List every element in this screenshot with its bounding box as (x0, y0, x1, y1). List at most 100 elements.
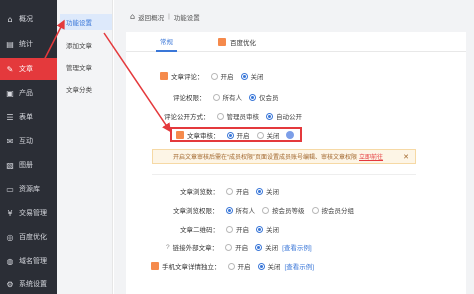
main-sidebar: ⌂ 概况 ▤ 统计 ✎ 文章 ▣ 产品 ☰ 表单 ✉ 互动 ▧ 图册 ▭ 资源库 ¥ 交易管理 ◎… (0, 0, 57, 294)
sidebar-item-product[interactable]: ▣ 产品 (0, 82, 57, 104)
submenu-add-article[interactable]: 添加文章 (60, 37, 112, 53)
radio-off-option[interactable] (256, 225, 263, 233)
sidebar-item-label: 互动 (19, 138, 33, 145)
submenu-manage-articles[interactable]: 管理文章 (60, 59, 112, 75)
radio-on-option[interactable] (227, 262, 235, 270)
sidebar-item-label: 概况 (19, 16, 33, 23)
tab-bar: 常规 百度优化 (126, 32, 466, 52)
seo-icon: ◎ (6, 232, 14, 242)
view-example-link[interactable]: [查看示例] (282, 242, 312, 252)
radio-on-option[interactable] (225, 243, 233, 251)
tab-label: 百度优化 (230, 40, 256, 47)
tab-label: 常规 (160, 39, 173, 46)
option-label: 关闭 (266, 133, 280, 140)
radio-off-option[interactable] (256, 131, 264, 139)
radio-on-option[interactable] (226, 187, 233, 195)
setting-qr-code: 文章二维码： 开启 关闭 (180, 222, 279, 236)
close-icon[interactable]: ✕ (403, 153, 409, 161)
option-label: 所有人 (235, 208, 256, 215)
sidebar-item-seo[interactable]: ◎ 百度优化 (0, 226, 57, 248)
setting-label: 链接外部文章： (172, 245, 219, 252)
secondary-menu: 功能设置 添加文章 管理文章 文章分类 (57, 0, 113, 294)
setting-label: 文章评论： (171, 74, 204, 81)
setting-label: 文章浏览权限： (173, 208, 219, 215)
tab-general[interactable]: 常规 (156, 32, 177, 52)
notice-text: 开启文章审核后需在“成员权限”页面设置成员账号编辑、审核文章权限 (173, 155, 357, 161)
radio-auto-publish-option[interactable] (266, 112, 273, 120)
radio-all-option[interactable] (225, 206, 233, 214)
sidebar-item-form[interactable]: ☰ 表单 (0, 106, 57, 128)
option-label: 关闭 (267, 264, 281, 271)
seo-icon (218, 38, 226, 46)
option-label: 所有人 (222, 95, 243, 102)
form-icon: ☰ (6, 112, 14, 122)
sidebar-item-label: 统计 (19, 41, 33, 48)
radio-all-option[interactable] (212, 93, 220, 101)
sidebar-item-overview[interactable]: ⌂ 概况 (0, 8, 57, 30)
home-icon: ⌂ (130, 12, 136, 21)
radio-off-option[interactable] (256, 187, 263, 195)
article-icon: ✎ (6, 64, 14, 74)
folder-icon: ▭ (6, 184, 14, 194)
sidebar-item-stats[interactable]: ▤ 统计 (0, 33, 57, 55)
radio-on-option[interactable] (210, 72, 218, 80)
radio-admin-review-option[interactable] (216, 112, 224, 120)
sidebar-item-resources[interactable]: ▭ 资源库 (0, 178, 57, 200)
submenu-article-categories[interactable]: 文章分类 (60, 81, 112, 97)
radio-member-group-option[interactable] (311, 206, 319, 214)
go-now-link[interactable]: 立即前往 (359, 152, 383, 161)
sidebar-item-domain[interactable]: ◍ 域名管理 (0, 250, 57, 272)
setting-label: 文章浏览数： (180, 189, 219, 196)
setting-icon (176, 131, 184, 139)
help-icon[interactable] (285, 131, 294, 139)
breadcrumb-current: 功能设置 (173, 14, 200, 22)
option-label: 关闭 (266, 189, 279, 196)
sidebar-item-interaction[interactable]: ✉ 互动 (0, 130, 57, 152)
trade-icon: ¥ (7, 208, 13, 218)
sidebar-item-album[interactable]: ▧ 图册 (0, 154, 57, 176)
option-label: 开启 (237, 264, 251, 271)
breadcrumb-separator: | (168, 13, 170, 20)
option-label: 开启 (235, 245, 249, 252)
radio-off-option[interactable] (257, 262, 265, 270)
sidebar-item-label: 百度优化 (19, 234, 47, 241)
chart-icon: ▤ (6, 39, 14, 49)
sidebar-item-trade[interactable]: ¥ 交易管理 (0, 202, 57, 224)
setting-label: 手机文章详情独立： (162, 264, 221, 271)
radio-on-option[interactable] (226, 131, 234, 139)
setting-article-comment: 文章评论： 开启 关闭 (160, 69, 264, 83)
product-icon: ▣ (6, 88, 14, 98)
setting-browse-permission: 文章浏览权限： 所有人 按会员等级 按会员分组 (173, 203, 354, 217)
radio-off-option[interactable] (240, 72, 248, 80)
album-icon: ▧ (6, 160, 14, 170)
submenu-function-settings[interactable]: 功能设置 (60, 14, 112, 30)
radio-members-option[interactable] (249, 93, 256, 101)
setting-browse-count: 文章浏览数： 开启 关闭 (180, 184, 279, 198)
sidebar-item-label: 表单 (19, 114, 33, 121)
globe-icon: ◍ (6, 256, 14, 266)
setting-comment-publish: 评论公开方式： 管理员审核 自动公开 (164, 109, 302, 123)
back-link[interactable]: 返回概况 (138, 12, 164, 22)
view-example-link[interactable]: [查看示例] (285, 261, 315, 271)
option-label: 关闭 (266, 227, 279, 234)
section-divider (152, 174, 416, 175)
chat-icon: ✉ (6, 136, 14, 146)
setting-label: 评论公开方式： (164, 114, 210, 121)
setting-label: 评论权限： (173, 95, 206, 102)
option-label: 管理员审核 (226, 114, 260, 121)
radio-off-option[interactable] (255, 243, 263, 251)
help-icon: ? (166, 243, 170, 251)
option-label: 仅会员 (259, 95, 279, 102)
option-label: 开启 (236, 227, 249, 234)
sidebar-item-label: 产品 (19, 90, 33, 97)
tab-baidu-seo[interactable]: 百度优化 (218, 32, 256, 52)
sidebar-item-settings[interactable]: ⚙ 系统设置 (0, 273, 57, 294)
sidebar-item-label: 文章 (19, 66, 33, 73)
radio-member-level-option[interactable] (262, 206, 269, 214)
sidebar-item-article[interactable]: ✎ 文章 (0, 58, 57, 80)
setting-icon (160, 72, 168, 80)
option-label: 按会员等级 (272, 208, 305, 215)
setting-icon (151, 262, 159, 270)
home-icon: ⌂ (7, 14, 13, 24)
radio-on-option[interactable] (226, 225, 233, 233)
